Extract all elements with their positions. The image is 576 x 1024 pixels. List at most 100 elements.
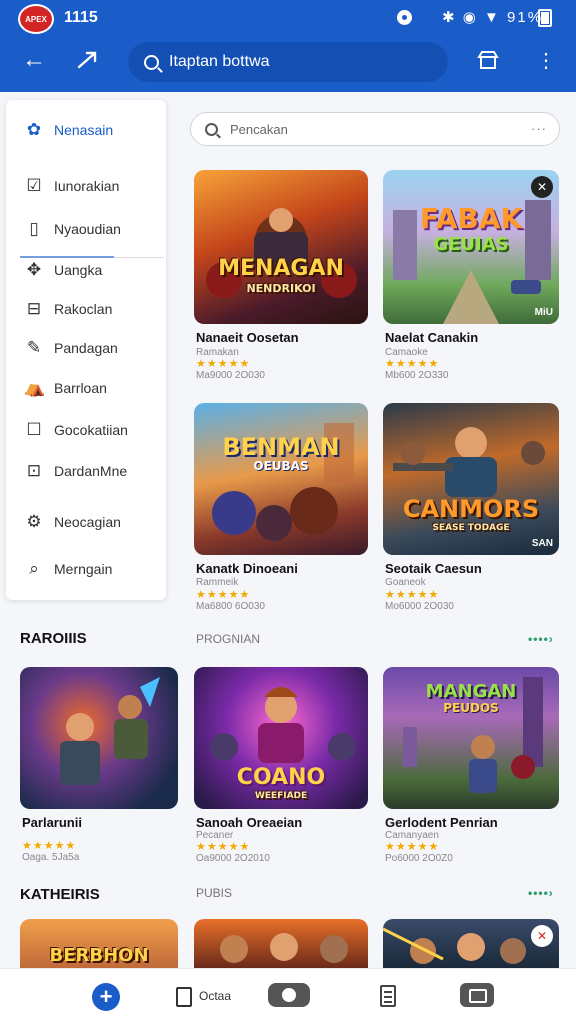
thumb-logo: COANO [236,765,326,790]
thumb-tag: SAN [531,538,553,549]
puzzle-icon: ✥ [26,260,42,279]
drawer-item-9[interactable]: ⚙ Neocagian [24,508,121,536]
drawer-item-label: Pandagan [54,340,118,356]
section-subtitle: PROGNIAN [196,632,261,646]
game-meta: Mo6000 2O030 [385,601,454,612]
game-thumbnail: ✕ FABAK GEUIAS MiU [383,170,559,324]
store-icon[interactable] [474,46,502,74]
tent-icon: ⛺ [24,378,46,397]
drawer-item-label: Rakoclan [54,301,113,317]
document-icon[interactable] [176,987,192,1007]
game-title: Kanatk Dinoeani [196,561,298,576]
thumb-sub: GEUIAS [433,234,509,255]
game-thumbnail: ✕ [383,919,559,968]
drawer-item-5[interactable]: ✎ Pandagan [24,334,118,362]
game-thumbnail: MENAGAN NENDRIKOI [194,170,368,324]
drawer-item-3[interactable]: ✥ Uangka [24,256,102,284]
game-title: Parlarunii [22,815,82,830]
drawer-item-label: Uangka [54,262,103,278]
gear-icon: ⚙ [26,512,42,531]
section-title: KATHEIRIS [20,886,100,903]
drawer-item-label: Barrloan [54,380,107,396]
message-icon[interactable] [460,983,494,1007]
more-vert-icon[interactable]: ⋮ [532,46,560,74]
see-more-link[interactable]: ••••› [528,632,554,646]
game-title: Nanaeit Oosetan [196,330,299,345]
drawer-item-8[interactable]: ⊡ DardanMne [24,457,127,485]
game-thumbnail: BENMAN OEUBAS [194,403,368,555]
drawer-item-label: Nyaoudian [54,221,121,237]
battery-icon [538,9,552,27]
drawer-item-label: Iunorakian [54,178,120,194]
drawer-item-0[interactable]: ✿ Nenasain [24,116,113,144]
game-title: Seotaik Caesun [385,561,482,576]
drawer-item-10[interactable]: ⌕ Merngain [24,555,112,583]
drawer-item-label: Merngain [54,561,113,577]
pen-icon: ✎ [26,338,42,357]
drawer-item-2[interactable]: ▯ Nyaoudian [24,215,121,243]
status-time: 1115 [64,9,98,26]
square-icon: ☐ [26,420,42,439]
rating-stars: ★★★★★ [196,358,251,370]
thumb-tag: MiU [534,307,553,318]
more-horiz-icon[interactable]: ··· [531,121,547,136]
game-meta: Mb600 2O330 [385,370,449,381]
thumb-sub: OEUBAS [253,459,309,473]
drawer-item-label: Gocokatiian [54,422,128,438]
rating-stars: ★★★★★ [385,358,440,370]
gear-flower-icon: ✿ [26,120,42,139]
record-icon [397,10,412,25]
game-meta: Oa9000 2O2010 [196,853,270,864]
top-app-bar: APEX 1115 ✱ ◉ ▼ 91% ← Itaptan bottwa ⋮ [0,0,576,92]
drawer-item-7[interactable]: ☐ Gocokatiian [24,416,128,444]
game-thumbnail: MANGAN PEUDOS [383,667,559,809]
rating-stars: ★★★★★ [196,589,251,601]
search-icon [205,122,218,136]
game-subtitle: Rammeik [196,577,239,588]
game-thumbnail [194,919,368,968]
chat-box-icon: ⊡ [26,461,42,480]
add-button[interactable]: + [92,983,120,1011]
rating-stars: ★★★★★ [385,589,440,601]
close-icon[interactable]: ✕ [531,925,553,947]
forward-arrow-icon[interactable] [74,46,102,74]
content-search-field[interactable]: Pencakan ··· [190,112,560,146]
minus-box-icon: ⊟ [26,299,42,318]
game-meta: Ma9000 2O030 [196,370,265,381]
thumb-sub: WEEFIADE [254,791,308,801]
navigation-drawer: ✿ Nenasain ☑ Iunorakian ▯ Nyaoudian ✥ Uangka… [6,100,166,600]
game-subtitle: Goaneok [385,577,426,588]
section-title: RAROIIIS [20,630,87,647]
page-icon[interactable] [380,985,396,1007]
thumb-logo: FABAK [419,202,523,235]
top-search-bar[interactable]: Itaptan bottwa [128,42,448,82]
drawer-item-6[interactable]: ⛺ Barrloan [24,374,107,402]
drawer-item-label: Neocagian [54,514,121,530]
shield-check-icon: ☑ [26,176,42,195]
close-icon[interactable]: ✕ [531,176,553,198]
game-meta: Ma6800 6O030 [196,601,265,612]
search-placeholder: Pencakan [230,121,288,137]
nav-doc-label[interactable]: Octaa [199,989,231,1003]
thumb-sub: SEASE TODAGE [432,523,510,533]
game-title: Gerlodent Penrian [385,815,498,830]
thumb-logo: BERBHON [49,945,149,966]
toggle-theme-icon[interactable] [268,983,310,1007]
see-more-link[interactable]: ••••› [528,886,554,900]
rating-stars: ★★★★★ [22,840,77,852]
game-title: Naelat Canakin [385,330,479,345]
game-meta: Po6000 2O0Z0 [385,853,453,864]
drawer-item-1[interactable]: ☑ Iunorakian [24,172,119,200]
rating-stars: ★★★★★ [196,841,251,853]
drawer-item-label: DardanMne [54,463,128,479]
back-arrow-icon[interactable]: ← [20,46,48,74]
game-title: Sanoah Oreaeian [196,815,303,830]
logo-text: APEX [25,14,47,24]
divider [114,257,164,258]
door-icon: ▯ [29,219,39,238]
status-bar: APEX 1115 ✱ ◉ ▼ 91% [0,0,576,36]
game-thumbnail [20,667,178,809]
bottom-navigation: + Octaa [0,968,576,1024]
game-thumbnail: CANMORS SEASE TODAGE SAN [383,403,559,555]
drawer-item-4[interactable]: ⊟ Rakoclan [24,295,113,323]
